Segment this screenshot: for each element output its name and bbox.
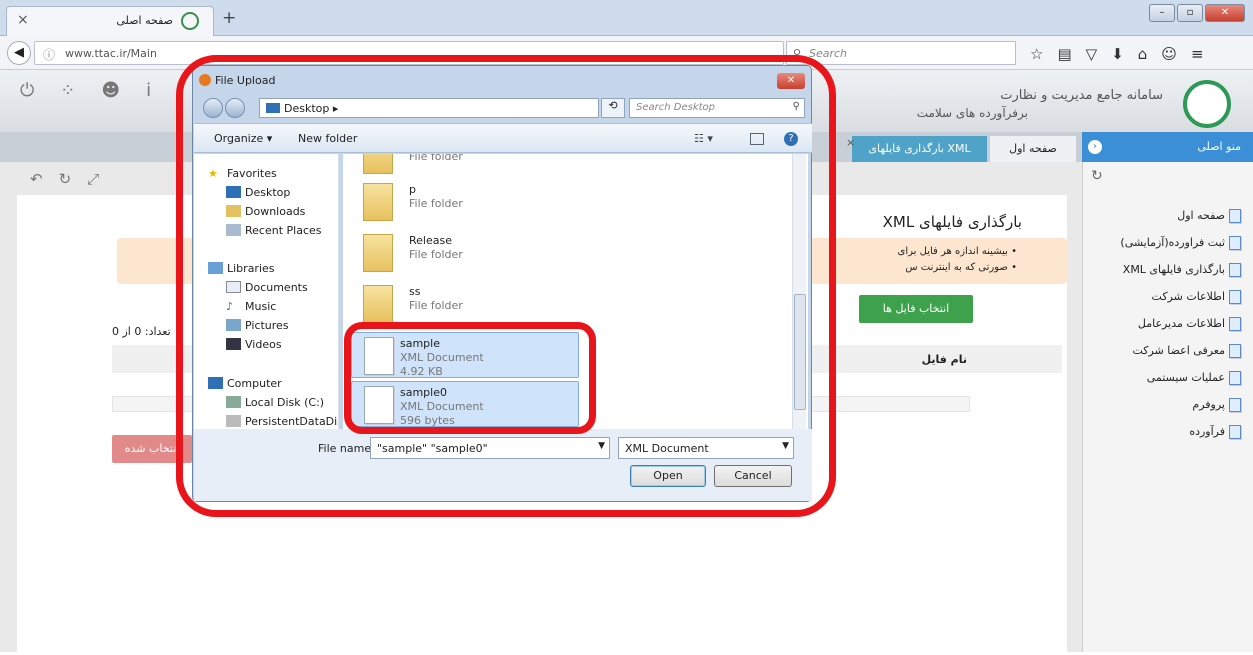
info-icon[interactable]: i [146, 80, 151, 101]
maximize-button[interactable]: ▫ [1177, 4, 1203, 22]
document-icon [1229, 289, 1241, 304]
site-info-icon[interactable]: ⓘ [43, 46, 55, 63]
document-icon [1229, 262, 1241, 277]
document-icon [1229, 316, 1241, 331]
header-icons: ⏻ ⁘ ☻ i [20, 80, 151, 101]
pocket-icon[interactable]: ▽ [1086, 45, 1098, 63]
notice-line: • صورتی که به اینترنت س [905, 262, 1017, 273]
browser-toolbar-icons: ☆ ▤ ▽ ⬇ ⌂ ☺ ≡ [1030, 45, 1204, 63]
document-icon [1229, 397, 1241, 412]
sidebar-item-product-trial[interactable]: ثبت فراورده(آزمایشی) [1120, 229, 1241, 256]
close-tab-icon[interactable]: × [846, 130, 855, 156]
bookmark-star-icon[interactable]: ☆ [1030, 45, 1043, 63]
sidebar-item-label: اطلاعات شرکت [1151, 290, 1225, 303]
undo-icon[interactable]: ↶ [30, 170, 43, 188]
reload-icon[interactable]: ↻ [59, 170, 72, 188]
user-icon[interactable]: ☻ [101, 80, 120, 101]
minimize-button[interactable]: – [1149, 4, 1175, 22]
tab-title: صفحه اصلی [116, 14, 173, 27]
sidebar-menu: صفحه اول ثبت فراورده(آزمایشی) بارگذاری ف… [1120, 202, 1241, 445]
sidebar-item-label: بارگذاری فایلهای XML [1122, 263, 1225, 276]
tab-label: بارگذاری فایلهای XML [868, 142, 971, 155]
back-button[interactable]: ◀ [7, 41, 31, 65]
new-tab-button[interactable]: + [222, 8, 236, 28]
sidebar-item-label: معرفی اعضا شرکت [1132, 344, 1225, 357]
app-title: سامانه جامع مدیریت و نظارت [1000, 88, 1163, 103]
sidebar-item-members[interactable]: معرفی اعضا شرکت [1120, 337, 1241, 364]
sidebar-item-label: صفحه اول [1177, 209, 1225, 222]
site-favicon-icon [181, 12, 199, 30]
panel-controls: ↶ ↻ ⤢ [30, 170, 99, 188]
main-menu-header[interactable]: › منو اصلی [1082, 132, 1253, 162]
choose-files-button[interactable]: انتخاب فایل ها [859, 295, 973, 323]
sidebar-item-home[interactable]: صفحه اول [1120, 202, 1241, 229]
sidebar-item-label: عملیات سیستمی [1146, 371, 1225, 384]
sidebar-item-label: پروفرم [1192, 398, 1225, 411]
sidebar-item-xml-upload[interactable]: بارگذاری فایلهای XML [1120, 256, 1241, 283]
annotation-ring-dialog [176, 55, 836, 517]
bookmarks-icon[interactable]: ▤ [1057, 45, 1071, 63]
notice-line: • بیشینه اندازه هر فایل برای [897, 246, 1017, 257]
annotation-ring-files [344, 322, 596, 434]
file-count: تعداد: 0 از 0 [112, 325, 171, 338]
power-icon[interactable]: ⏻ [20, 80, 34, 101]
page-title: بارگذاری فایلهای XML [882, 213, 1022, 231]
fullscreen-icon[interactable]: ⤢ [87, 170, 99, 188]
close-window-button[interactable]: ✕ [1205, 4, 1245, 22]
download-icon[interactable]: ⬇ [1111, 45, 1124, 63]
chat-icon[interactable]: ☺ [1161, 45, 1177, 63]
url-text: www.ttac.ir/Main [65, 47, 157, 60]
app-subtitle: برفرآورده های سلامت [916, 106, 1028, 120]
app-logo [1183, 80, 1231, 128]
menu-label: منو اصلی [1197, 140, 1241, 153]
sidebar-item-system-ops[interactable]: عملیات سیستمی [1120, 364, 1241, 391]
user-icon [1229, 208, 1241, 223]
grid-icon[interactable]: ⁘ [60, 80, 75, 101]
tab-home[interactable]: صفحه اول [990, 136, 1076, 162]
sidebar-item-label: ثبت فراورده(آزمایشی) [1120, 236, 1225, 249]
search-placeholder: Search [809, 47, 848, 60]
browser-search-input[interactable]: ⚲ Search [786, 41, 1016, 65]
chevron-icon[interactable]: › [1088, 140, 1102, 154]
tab-upload-xml[interactable]: × بارگذاری فایلهای XML [846, 136, 987, 162]
close-tab-icon[interactable]: × [17, 12, 29, 28]
sidebar-item-proforma[interactable]: پروفرم [1120, 391, 1241, 418]
window-controls: – ▫ ✕ [1149, 4, 1245, 22]
menu-icon[interactable]: ≡ [1191, 45, 1204, 63]
sidebar: ↻ صفحه اول ثبت فراورده(آزمایشی) بارگذاری… [1082, 162, 1253, 652]
sidebar-item-company-info[interactable]: اطلاعات شرکت [1120, 283, 1241, 310]
browser-tab[interactable]: صفحه اصلی × [6, 6, 214, 36]
home-icon[interactable]: ⌂ [1138, 45, 1148, 63]
browser-tab-bar: صفحه اصلی × + – ▫ ✕ [0, 0, 1253, 36]
document-icon [1229, 235, 1241, 250]
document-icon [1229, 343, 1241, 358]
sidebar-item-label: فرآورده [1189, 425, 1225, 438]
document-icon [1229, 370, 1241, 385]
sidebar-item-ceo-info[interactable]: اطلاعات مدیرعامل [1120, 310, 1241, 337]
sidebar-item-product[interactable]: فرآورده [1120, 418, 1241, 445]
sidebar-item-label: اطلاعات مدیرعامل [1137, 317, 1225, 330]
refresh-icon[interactable]: ↻ [1091, 168, 1103, 184]
column-file-name: نام فایل [921, 353, 967, 366]
document-icon [1229, 424, 1241, 439]
